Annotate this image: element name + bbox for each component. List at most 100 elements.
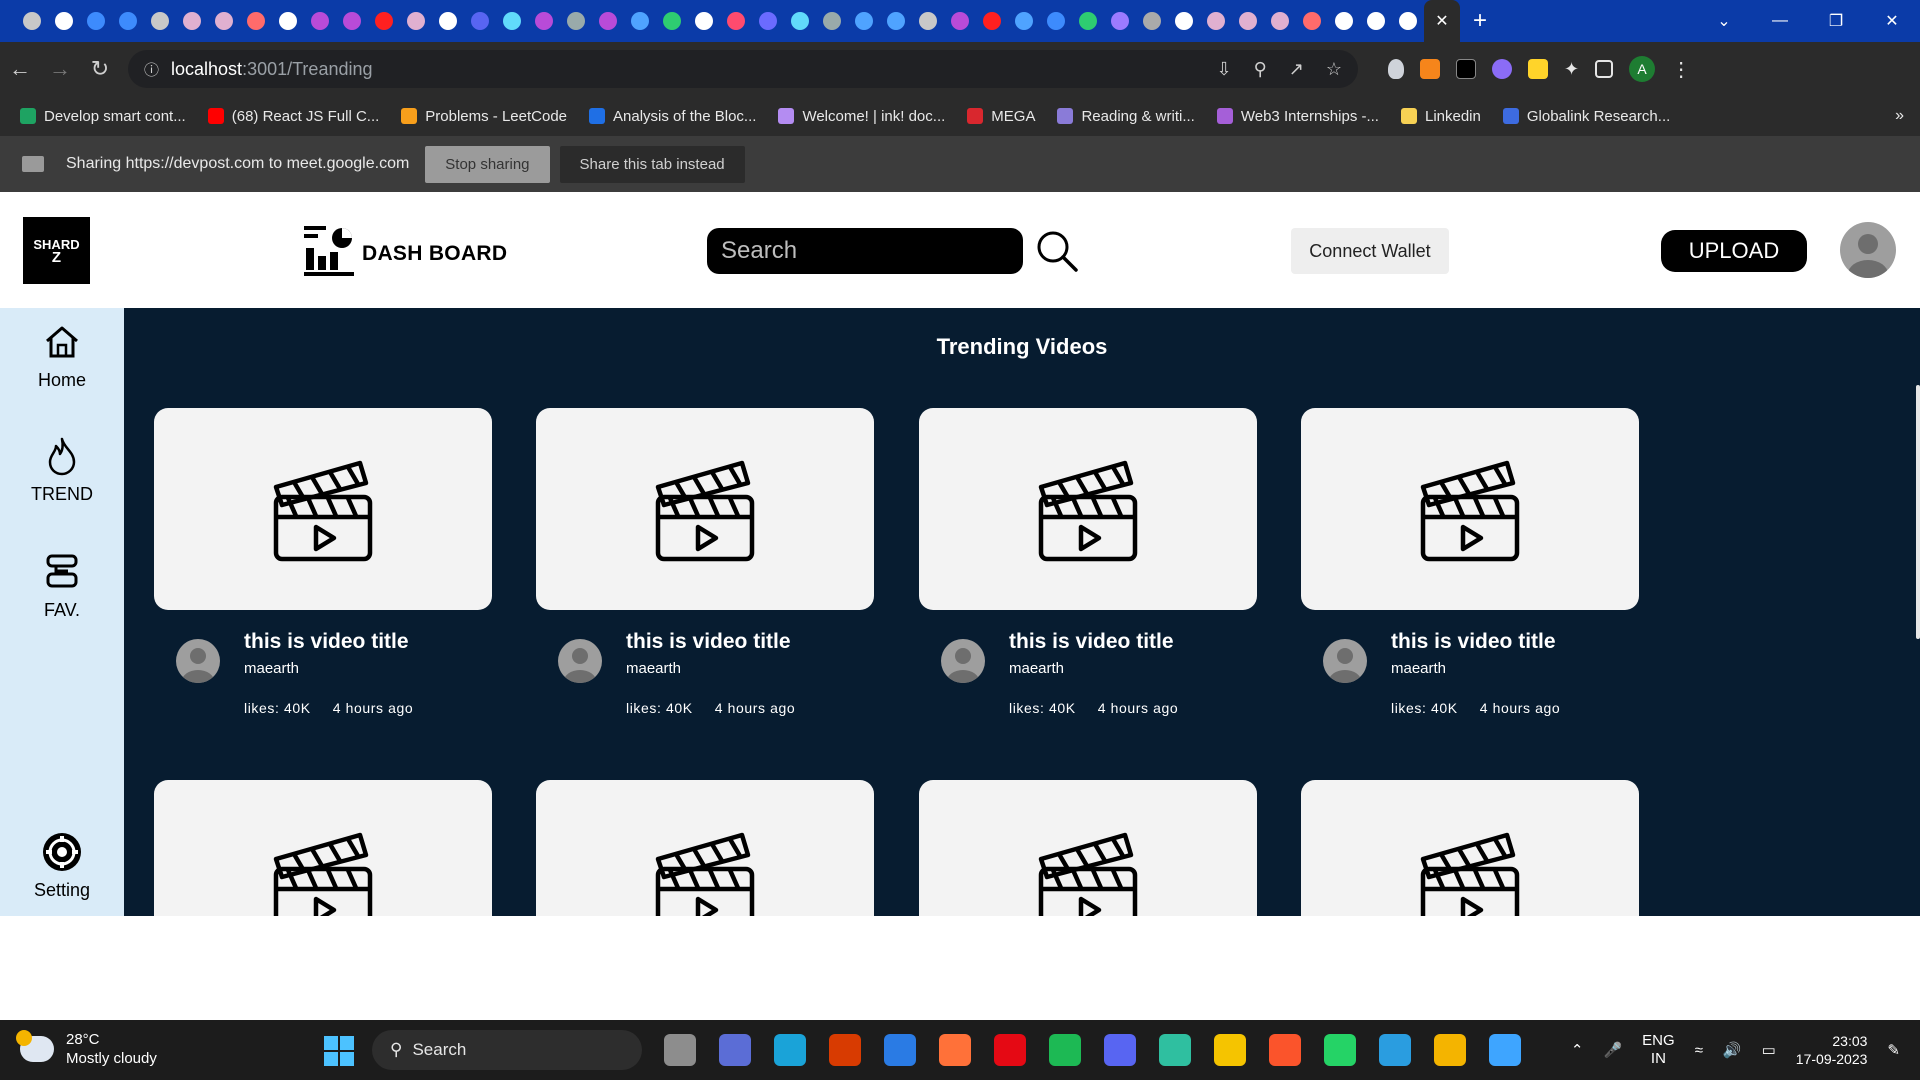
forward-icon[interactable]: → [40,56,80,82]
browser-tab[interactable] [1168,0,1200,42]
bookmarks-overflow-icon[interactable]: » [1895,107,1904,125]
browser-tab[interactable] [912,0,944,42]
bookmark-item[interactable]: MEGA [967,108,1035,125]
taskbar-app-icon[interactable] [1434,1034,1466,1066]
taskbar-app-icon[interactable] [1214,1034,1246,1066]
browser-tab[interactable] [1296,0,1328,42]
video-card[interactable] [536,780,874,916]
browser-tab[interactable] [1104,0,1136,42]
taskbar-app-icon[interactable] [994,1034,1026,1066]
taskbar-app-icon[interactable] [884,1034,916,1066]
weather-widget[interactable]: 28°C Mostly cloudy [16,1030,157,1068]
browser-tab[interactable] [1136,0,1168,42]
volume-icon[interactable]: 🔊 [1723,1041,1742,1059]
sidebar-item-fav[interactable]: FAV. [0,552,124,621]
taskbar-app-icon[interactable] [664,1034,696,1066]
browser-tab[interactable] [400,0,432,42]
taskbar-app-icon[interactable] [1159,1034,1191,1066]
microphone-icon[interactable]: 🎤 [1603,1041,1622,1059]
sidebar-item-setting[interactable]: Setting [0,832,124,901]
sidebar-item-trend[interactable]: TREND [0,436,124,505]
video-card[interactable]: this is video title maearth likes: 40K 4 ho… [536,408,874,720]
video-thumbnail[interactable] [536,408,874,610]
shardz-logo[interactable]: SHARD Z [23,217,90,284]
bookmark-item[interactable]: Web3 Internships -... [1216,108,1379,125]
browser-tab[interactable] [48,0,80,42]
browser-tab[interactable] [496,0,528,42]
tray-chevron-icon[interactable]: ⌃ [1571,1041,1584,1059]
video-card[interactable] [154,780,492,916]
taskbar-app-icon[interactable] [719,1034,751,1066]
taskbar-app-icon[interactable] [1324,1034,1356,1066]
minimize-button[interactable]: — [1752,12,1808,30]
browser-tab[interactable] [1232,0,1264,42]
dashboard-brand[interactable]: DASH BOARD [302,222,507,278]
browser-tab[interactable] [272,0,304,42]
extension-icon[interactable] [1456,59,1476,79]
video-card[interactable] [919,780,1257,916]
bookmark-item[interactable]: Linkedin [1400,108,1481,125]
wifi-icon[interactable]: ≈ [1695,1042,1703,1059]
bookmark-item[interactable]: Problems - LeetCode [401,108,567,125]
browser-tab[interactable] [848,0,880,42]
site-info-icon[interactable]: ⓘ [144,59,159,80]
puzzle-icon[interactable]: ✦ [1564,59,1579,80]
browser-tab[interactable] [976,0,1008,42]
video-thumbnail[interactable] [919,780,1257,916]
browser-tab[interactable] [464,0,496,42]
search-icon[interactable] [1034,228,1080,274]
video-title[interactable]: this is video title [1009,630,1174,654]
page-scrollbar[interactable] [1916,385,1920,639]
browser-tab[interactable] [336,0,368,42]
browser-tab[interactable] [240,0,272,42]
video-title[interactable]: this is video title [244,630,409,654]
browser-tab[interactable] [304,0,336,42]
search-input[interactable] [721,237,1011,265]
browser-tab[interactable] [720,0,752,42]
restore-button[interactable]: ❐ [1808,11,1864,31]
sidebar-item-home[interactable]: Home [0,322,124,391]
video-card[interactable]: this is video title maearth likes: 40K 4 ho… [1301,408,1639,720]
new-tab-button[interactable]: + [1460,7,1500,35]
video-thumbnail[interactable] [1301,780,1639,916]
browser-tab[interactable] [1200,0,1232,42]
zoom-icon[interactable]: ⚲ [1254,59,1267,80]
browser-tab[interactable] [784,0,816,42]
bookmark-item[interactable]: Globalink Research... [1502,108,1670,125]
taskbar-search[interactable]: ⚲ Search [372,1030,642,1070]
browser-tab[interactable] [80,0,112,42]
stop-sharing-button[interactable]: Stop sharing [425,145,550,183]
video-card[interactable]: this is video title maearth likes: 40K 4 ho… [154,408,492,720]
share-this-tab-button[interactable]: Share this tab instead [559,145,745,183]
back-icon[interactable]: ← [0,56,40,82]
reload-icon[interactable]: ↻ [80,56,120,82]
tab-search-icon[interactable]: ⌄ [1696,11,1752,31]
browser-tab[interactable] [1328,0,1360,42]
browser-tab[interactable] [592,0,624,42]
taskbar-app-icon[interactable] [829,1034,861,1066]
metamask-extension-icon[interactable] [1420,59,1440,79]
browser-tab[interactable] [752,0,784,42]
bookmark-item[interactable]: Reading & writi... [1057,108,1195,125]
connect-wallet-button[interactable]: Connect Wallet [1291,228,1449,274]
video-thumbnail[interactable] [919,408,1257,610]
taskbar-app-icon[interactable] [1049,1034,1081,1066]
video-thumbnail[interactable] [1301,408,1639,610]
share-icon[interactable]: ↗ [1289,59,1304,80]
install-icon[interactable]: ⇩ [1216,59,1231,80]
browser-tab[interactable] [144,0,176,42]
browser-tab[interactable] [1008,0,1040,42]
taskbar-app-icon[interactable] [1489,1034,1521,1066]
browser-tab[interactable] [688,0,720,42]
browser-tab[interactable] [432,0,464,42]
channel-avatar[interactable] [941,639,985,683]
video-card[interactable] [1301,780,1639,916]
video-thumbnail[interactable] [154,780,492,916]
extension-icon[interactable] [1492,59,1512,79]
browser-tab[interactable] [112,0,144,42]
bookmark-item[interactable]: Welcome! | ink! doc... [778,108,945,125]
windows-start-icon[interactable] [324,1036,354,1066]
language-indicator[interactable]: ENG IN [1642,1032,1675,1068]
video-thumbnail[interactable] [154,408,492,610]
browser-tab[interactable] [880,0,912,42]
